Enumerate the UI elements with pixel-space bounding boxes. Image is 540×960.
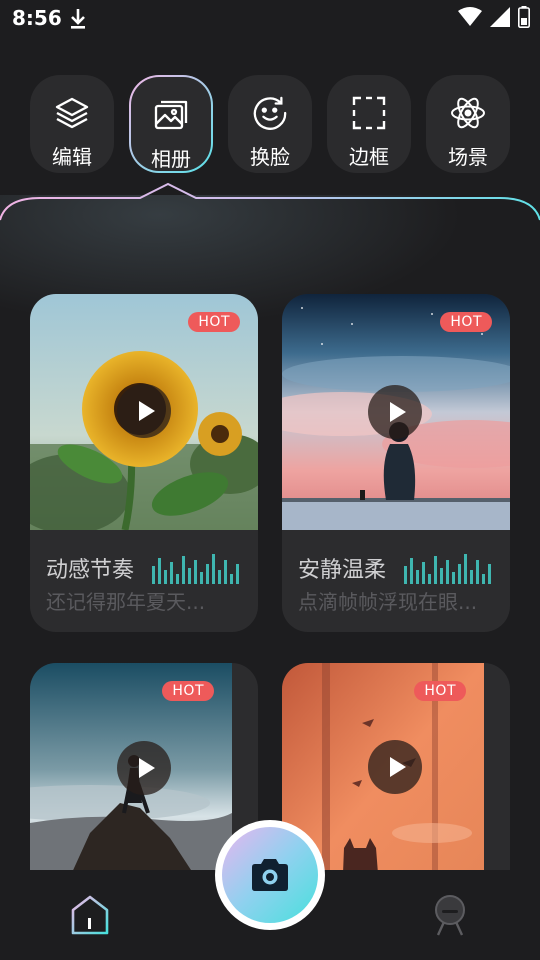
wifi-icon [458,7,482,26]
tool-face-swap[interactable]: 换脸 [228,75,312,173]
tool-label: 相册 [151,147,191,171]
tool-row: 编辑 相册 换脸 边框 场景 [30,75,510,173]
gallery-icon [153,97,189,133]
card-thumbnail-person-sunset: HOT [282,294,510,530]
card-subtitle: 还记得那年夏天... [46,590,206,614]
camera-button-inner [222,827,318,923]
signal-icon [490,7,510,27]
play-icon [138,401,155,421]
hot-badge: HOT [188,312,240,332]
camera-icon [252,859,288,891]
atom-icon [450,95,486,131]
play-icon [389,402,406,422]
play-icon [389,757,406,777]
camera-button[interactable] [215,820,325,930]
panel-outline [0,182,540,221]
battery-icon [518,6,530,28]
hot-badge: HOT [440,312,492,332]
tool-album[interactable]: 相册 [129,75,213,173]
hot-badge: HOT [414,681,466,701]
tool-label: 编辑 [52,145,92,169]
card-title: 动感节奏 [46,558,135,583]
frame-icon [351,95,387,131]
tool-scene[interactable]: 场景 [426,75,510,173]
tool-frame[interactable]: 边框 [327,75,411,173]
tool-label: 边框 [349,145,389,169]
play-button[interactable] [117,384,171,438]
card-thumbnail-hiker: HOT [30,663,232,899]
tool-edit[interactable]: 编辑 [30,75,114,173]
card-thumbnail-sunflower: HOT [30,294,258,530]
card-title: 安静温柔 [298,558,387,583]
home-icon[interactable] [70,894,110,936]
hot-badge: HOT [162,681,214,701]
audio-wave-icon [404,554,491,584]
play-icon [138,758,155,778]
card-subtitle: 点滴帧帧浮现在眼... [298,590,478,614]
status-time: 8:56 [12,6,62,30]
download-icon [71,9,85,29]
template-card[interactable]: HOT 安静温柔 点滴帧帧浮现在眼... [282,294,510,632]
play-button[interactable] [117,741,171,795]
template-card[interactable]: HOT 动感节奏 还记得那年夏天... [30,294,258,632]
audio-wave-icon [152,554,239,584]
face-swap-icon [252,95,288,131]
tool-label: 换脸 [250,145,290,169]
play-button[interactable] [368,740,422,794]
tool-label: 场景 [448,145,488,169]
status-bar: 8:56 [0,0,540,38]
play-button[interactable] [368,385,422,439]
layers-icon [54,95,90,131]
profile-icon[interactable] [430,894,470,936]
